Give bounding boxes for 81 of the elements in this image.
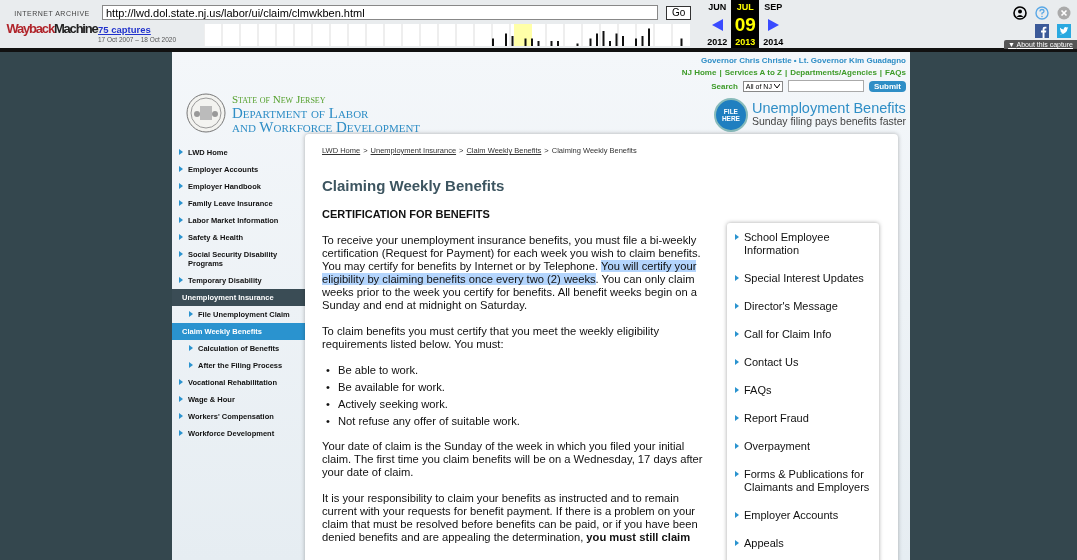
separator: | bbox=[719, 68, 722, 77]
related-link[interactable]: Appeals bbox=[735, 537, 873, 550]
caret-icon bbox=[179, 149, 183, 155]
separator: | bbox=[784, 68, 788, 77]
caret-icon bbox=[735, 443, 739, 449]
list-item: Actively seeking work. bbox=[337, 398, 448, 411]
caret-icon bbox=[189, 345, 193, 351]
department-name: Department of Labor bbox=[232, 106, 370, 120]
related-link[interactable]: Director's Message bbox=[735, 300, 873, 313]
caret-icon bbox=[179, 251, 183, 257]
caret-icon bbox=[735, 331, 739, 337]
go-button[interactable]: Go bbox=[666, 5, 692, 20]
previous-arrow-icon[interactable] bbox=[711, 18, 723, 31]
department-name: and Workforce Development bbox=[232, 120, 421, 134]
caret-icon bbox=[179, 234, 183, 240]
caret-icon bbox=[735, 387, 739, 393]
section-heading: CERTIFICATION FOR BENEFITS bbox=[322, 208, 491, 220]
month-label[interactable]: JUN bbox=[708, 2, 727, 12]
banner-subtitle: Sunday filing pays benefits faster bbox=[751, 115, 906, 128]
year-label[interactable]: 2013 bbox=[735, 37, 756, 48]
submit-button[interactable]: Submit bbox=[868, 80, 906, 92]
caret-icon bbox=[179, 183, 183, 189]
user-icon[interactable] bbox=[1013, 6, 1027, 20]
list-item: Be able to work. bbox=[337, 364, 419, 377]
related-link[interactable]: Forms & Publications for Claimants and Employers bbox=[735, 468, 873, 494]
next-arrow-icon[interactable] bbox=[767, 18, 779, 31]
list-item: Be available for work. bbox=[337, 381, 445, 394]
capture-histogram[interactable] bbox=[204, 24, 690, 46]
paragraph: To receive your unemployment insurance benefits, you must file a bi-weekly certification (Request for Payment) for each week you wish to claim benefits. You may certify for benefits by Internet or by Telephone. You will certify your eligibility by claiming benefits once every two (2) weeks. You can only claim weeks prior to the week you certify for benefits. All benefit weeks begin on a Sunday and end at midnight on Saturday. bbox=[322, 234, 702, 312]
caret-icon bbox=[179, 277, 183, 283]
year-label[interactable]: 2012 bbox=[707, 37, 728, 48]
caret-icon bbox=[189, 311, 193, 317]
caret-icon bbox=[735, 275, 739, 281]
caret-icon bbox=[179, 430, 183, 436]
chevron-down-icon bbox=[773, 84, 780, 88]
state-name: State of New Jersey bbox=[232, 92, 327, 106]
twitter-icon[interactable] bbox=[1057, 24, 1071, 38]
related-link[interactable]: School Employee Information bbox=[735, 231, 873, 257]
caret-icon bbox=[179, 200, 183, 206]
caret-icon bbox=[189, 362, 193, 368]
bullet: • bbox=[326, 398, 330, 411]
page-title: Claiming Weekly Benefits bbox=[322, 177, 506, 194]
bullet: • bbox=[326, 364, 330, 377]
bullet: • bbox=[326, 415, 330, 428]
caret-icon bbox=[179, 217, 183, 223]
paragraph: It is your responsibility to claim your benefits as instructed and to remain current with your requests for benefit payment. If there is a problem on your claim that must be resolved before benefits can be paid, or if you have been denied benefits and are appealing the determination, you must still claim bbox=[322, 492, 699, 544]
caret-icon bbox=[735, 359, 739, 365]
caret-icon bbox=[735, 234, 739, 240]
related-link[interactable]: Call for Claim Info bbox=[735, 328, 873, 341]
caret-icon bbox=[735, 303, 739, 309]
related-link[interactable]: Contact Us bbox=[735, 356, 873, 369]
caret-icon bbox=[735, 540, 739, 546]
captures-link[interactable]: 75 captures bbox=[98, 24, 196, 35]
url-field[interactable]: http://lwd.dol.state.nj.us/labor/ui/claim/clmwkben.html bbox=[102, 5, 658, 20]
search-field[interactable] bbox=[787, 80, 864, 92]
caret-icon bbox=[179, 396, 183, 402]
related-link[interactable]: Report Fraud bbox=[735, 412, 873, 425]
bullet: • bbox=[326, 381, 330, 394]
paragraph: Your date of claim is the Sunday of the week in which you filed your initial claim. The first time you claim benefits will be on a Wednesday, 17 days after your date of claim. bbox=[322, 440, 704, 479]
caret-icon bbox=[179, 379, 183, 385]
day-label: 09 bbox=[734, 15, 756, 34]
facebook-icon[interactable] bbox=[1035, 24, 1049, 38]
month-label[interactable]: SEP bbox=[764, 2, 783, 12]
caret-icon bbox=[179, 413, 183, 419]
related-link[interactable]: Special Interest Updates bbox=[735, 272, 873, 285]
caret-icon bbox=[735, 471, 739, 477]
caret-icon bbox=[179, 166, 183, 172]
separator: | bbox=[879, 68, 883, 77]
state-seal-icon bbox=[186, 93, 226, 133]
caret-icon bbox=[735, 415, 739, 421]
list-item: Not refuse any offer of suitable work. bbox=[337, 415, 520, 428]
search-label: Search bbox=[711, 81, 738, 91]
related-link[interactable]: FAQs bbox=[735, 384, 873, 397]
month-label[interactable]: JUL bbox=[736, 2, 754, 12]
related-link[interactable]: Overpayment bbox=[735, 440, 873, 453]
caret-icon bbox=[735, 512, 739, 518]
officials-line: Governor Chris Christie • Lt. Governor Kim Guadagno bbox=[700, 56, 906, 65]
year-label[interactable]: 2014 bbox=[763, 37, 784, 48]
wayback-logo[interactable]: WaybackMachine bbox=[6, 20, 98, 38]
related-link[interactable]: Employer Accounts bbox=[735, 509, 873, 522]
paragraph: To claim benefits you must certify that you meet the weekly eligibility requirements listed below. You must: bbox=[322, 325, 660, 351]
